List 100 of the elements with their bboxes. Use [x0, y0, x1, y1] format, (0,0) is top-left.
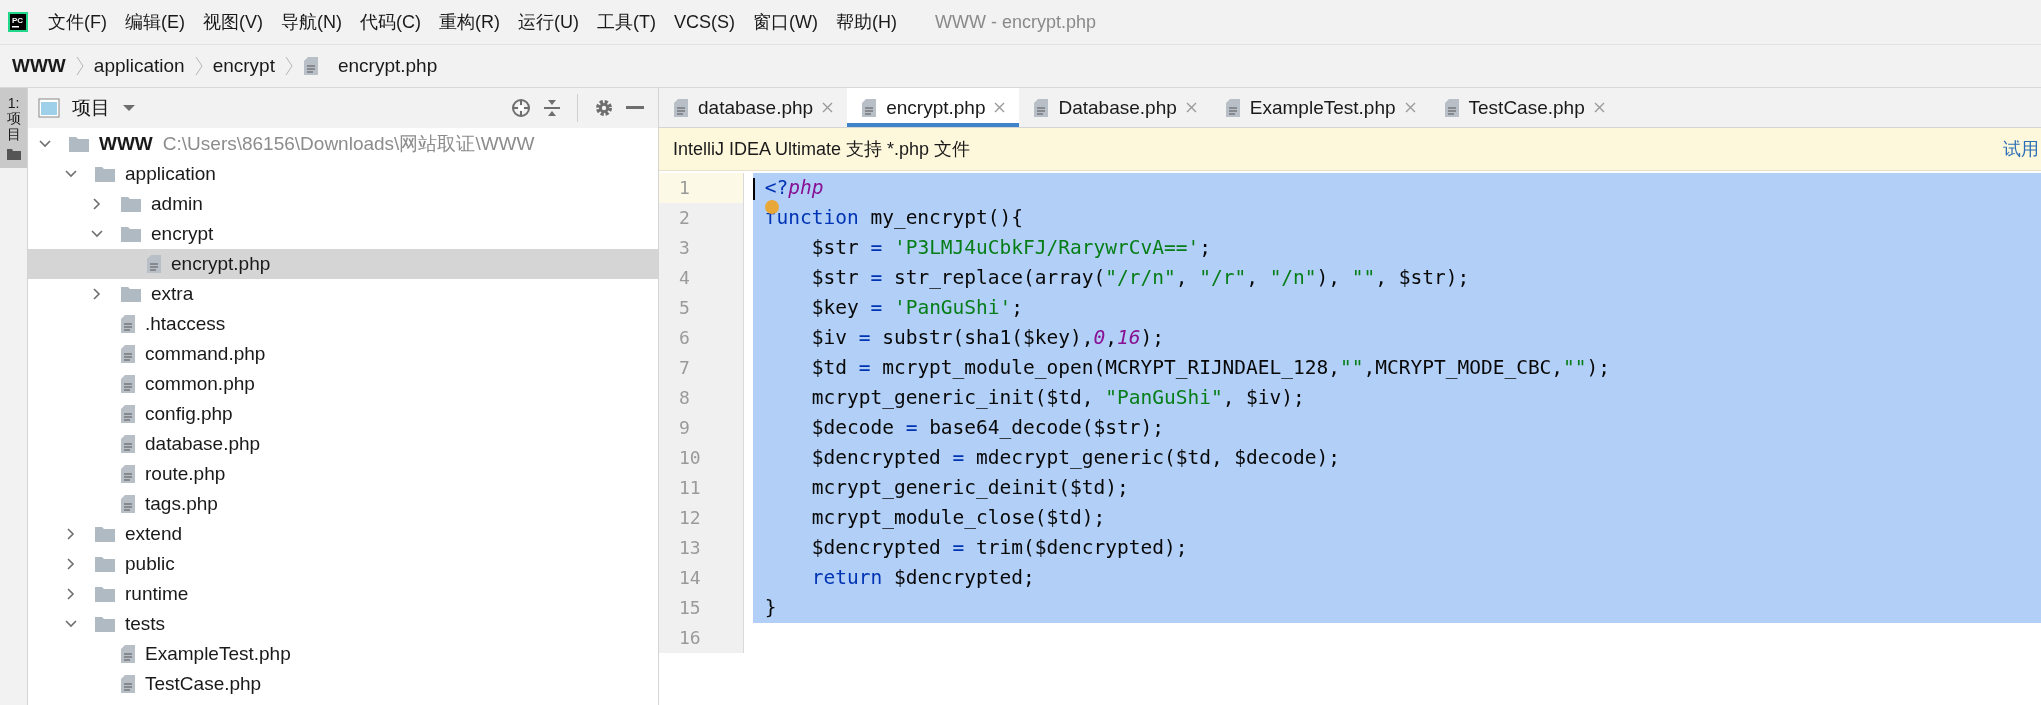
menu-item[interactable]: 视图(V): [203, 10, 263, 34]
file-icon: [120, 494, 136, 514]
menu-item[interactable]: 帮助(H): [835, 10, 897, 34]
editor-tab[interactable]: encrypt.php: [847, 88, 1020, 127]
menu-item[interactable]: 导航(N): [281, 10, 342, 34]
tree-item[interactable]: application: [28, 159, 658, 189]
dropdown-caret-icon[interactable]: [122, 104, 136, 112]
tree-item[interactable]: tests: [28, 609, 658, 639]
breadcrumb-item[interactable]: encrypt.php: [337, 55, 438, 77]
editor-tab[interactable]: Database.php: [1019, 88, 1211, 127]
editor-tab[interactable]: ExampleTest.php: [1210, 88, 1430, 127]
editor-tab[interactable]: database.php: [659, 88, 848, 127]
file-icon: [146, 254, 162, 274]
tree-item[interactable]: runtime: [28, 579, 658, 609]
folder-name: admin: [151, 193, 203, 215]
file-icon: [120, 434, 136, 454]
line-number: 8: [659, 383, 744, 413]
file-icon: [120, 644, 136, 664]
editor-tab[interactable]: TestCase.php: [1429, 88, 1619, 127]
line-number: 9: [659, 413, 744, 443]
folder-name: extend: [125, 523, 183, 545]
file-name: config.php: [145, 403, 233, 425]
tree-item[interactable]: extra: [28, 279, 658, 309]
file-icon: [861, 97, 878, 118]
menu-item[interactable]: 文件(F): [48, 10, 107, 34]
project-tool-tab[interactable]: 1: 项目: [0, 88, 27, 169]
file-name: encrypt.php: [171, 253, 271, 275]
settings-icon[interactable]: [594, 98, 614, 118]
trial-link[interactable]: 试用: [2003, 137, 2039, 161]
tree-item[interactable]: public: [28, 549, 658, 579]
folder-name: WWW: [99, 133, 153, 155]
window-icon: [38, 98, 60, 118]
file-icon: [120, 344, 136, 364]
folder-name: encrypt: [151, 223, 214, 245]
close-icon[interactable]: [994, 102, 1006, 113]
file-name: database.php: [145, 433, 261, 455]
minimize-icon[interactable]: [626, 106, 644, 110]
menu-item[interactable]: 窗口(W): [753, 10, 818, 34]
folder-icon: [68, 135, 90, 153]
line-number: 5: [659, 293, 744, 323]
file-icon: [673, 97, 689, 118]
line-number: 15: [659, 593, 744, 623]
menu-item[interactable]: 工具(T): [597, 10, 656, 34]
menu-item[interactable]: 运行(U): [518, 10, 579, 34]
tree-item[interactable]: encrypt: [28, 219, 658, 249]
file-icon: [120, 374, 136, 394]
panel-title[interactable]: 项目: [72, 95, 110, 121]
file-name: .htaccess: [145, 313, 226, 335]
crosshair-icon[interactable]: [511, 98, 531, 118]
folder-name: extra: [151, 283, 194, 305]
tree-item[interactable]: encrypt.php: [28, 249, 658, 279]
menu-item[interactable]: 重构(R): [439, 10, 500, 34]
line-number: 7: [659, 353, 744, 383]
tree-item[interactable]: TestCase.php: [28, 669, 658, 699]
file-icon: [120, 674, 136, 694]
line-number: 16: [659, 623, 744, 653]
folder-name: public: [125, 553, 175, 575]
folder-icon: [94, 555, 116, 573]
breadcrumb-separator-icon: [194, 56, 203, 76]
folder-icon: [6, 148, 21, 161]
folder-name: runtime: [125, 583, 189, 605]
notification-text: IntelliJ IDEA Ultimate 支持 *.php 文件: [673, 138, 972, 161]
tree-item[interactable]: extend: [28, 519, 658, 549]
line-number: 4: [659, 263, 744, 293]
line-number: 1: [659, 173, 744, 203]
file-icon: [120, 404, 136, 424]
file-name: ExampleTest.php: [145, 643, 291, 665]
file-icon: [302, 56, 319, 76]
tree-item[interactable]: common.php: [28, 369, 658, 399]
tree-item[interactable]: command.php: [28, 339, 658, 369]
line-number: 10: [659, 443, 744, 473]
breadcrumb-item[interactable]: application: [93, 55, 185, 77]
menu-item[interactable]: 编辑(E): [125, 10, 185, 34]
breadcrumb-item[interactable]: encrypt: [212, 55, 275, 77]
menu-item[interactable]: 代码(C): [360, 10, 421, 34]
breadcrumb-separator-icon: [75, 56, 84, 76]
collapse-all-icon[interactable]: [543, 98, 561, 118]
folder-icon: [120, 225, 142, 243]
folder-icon: [120, 285, 142, 303]
breadcrumb-separator-icon: [284, 56, 293, 76]
menu-item[interactable]: VCS(S): [673, 11, 735, 33]
file-name: tags.php: [145, 493, 218, 515]
tree-item[interactable]: database.php: [28, 429, 658, 459]
tree-item[interactable]: ExampleTest.php: [28, 639, 658, 669]
line-number: 14: [659, 563, 744, 593]
tree-item[interactable]: WWW C:\Users\86156\Downloads\网站取证\WWW: [28, 129, 658, 159]
file-icon: [120, 314, 136, 334]
file-icon: [1224, 97, 1241, 118]
tree-item[interactable]: tags.php: [28, 489, 658, 519]
tree-item[interactable]: config.php: [28, 399, 658, 429]
tree-item[interactable]: .htaccess: [28, 309, 658, 339]
window-title: WWW - encrypt.php: [934, 11, 1096, 33]
file-icon: [1443, 97, 1460, 118]
folder-icon: [94, 585, 116, 603]
file-icon: [120, 464, 136, 484]
tree-item[interactable]: route.php: [28, 459, 658, 489]
app-logo-icon: PC: [8, 12, 28, 32]
file-name: route.php: [145, 463, 226, 485]
breadcrumb-item[interactable]: WWW: [12, 55, 66, 77]
tree-item[interactable]: admin: [28, 189, 658, 219]
